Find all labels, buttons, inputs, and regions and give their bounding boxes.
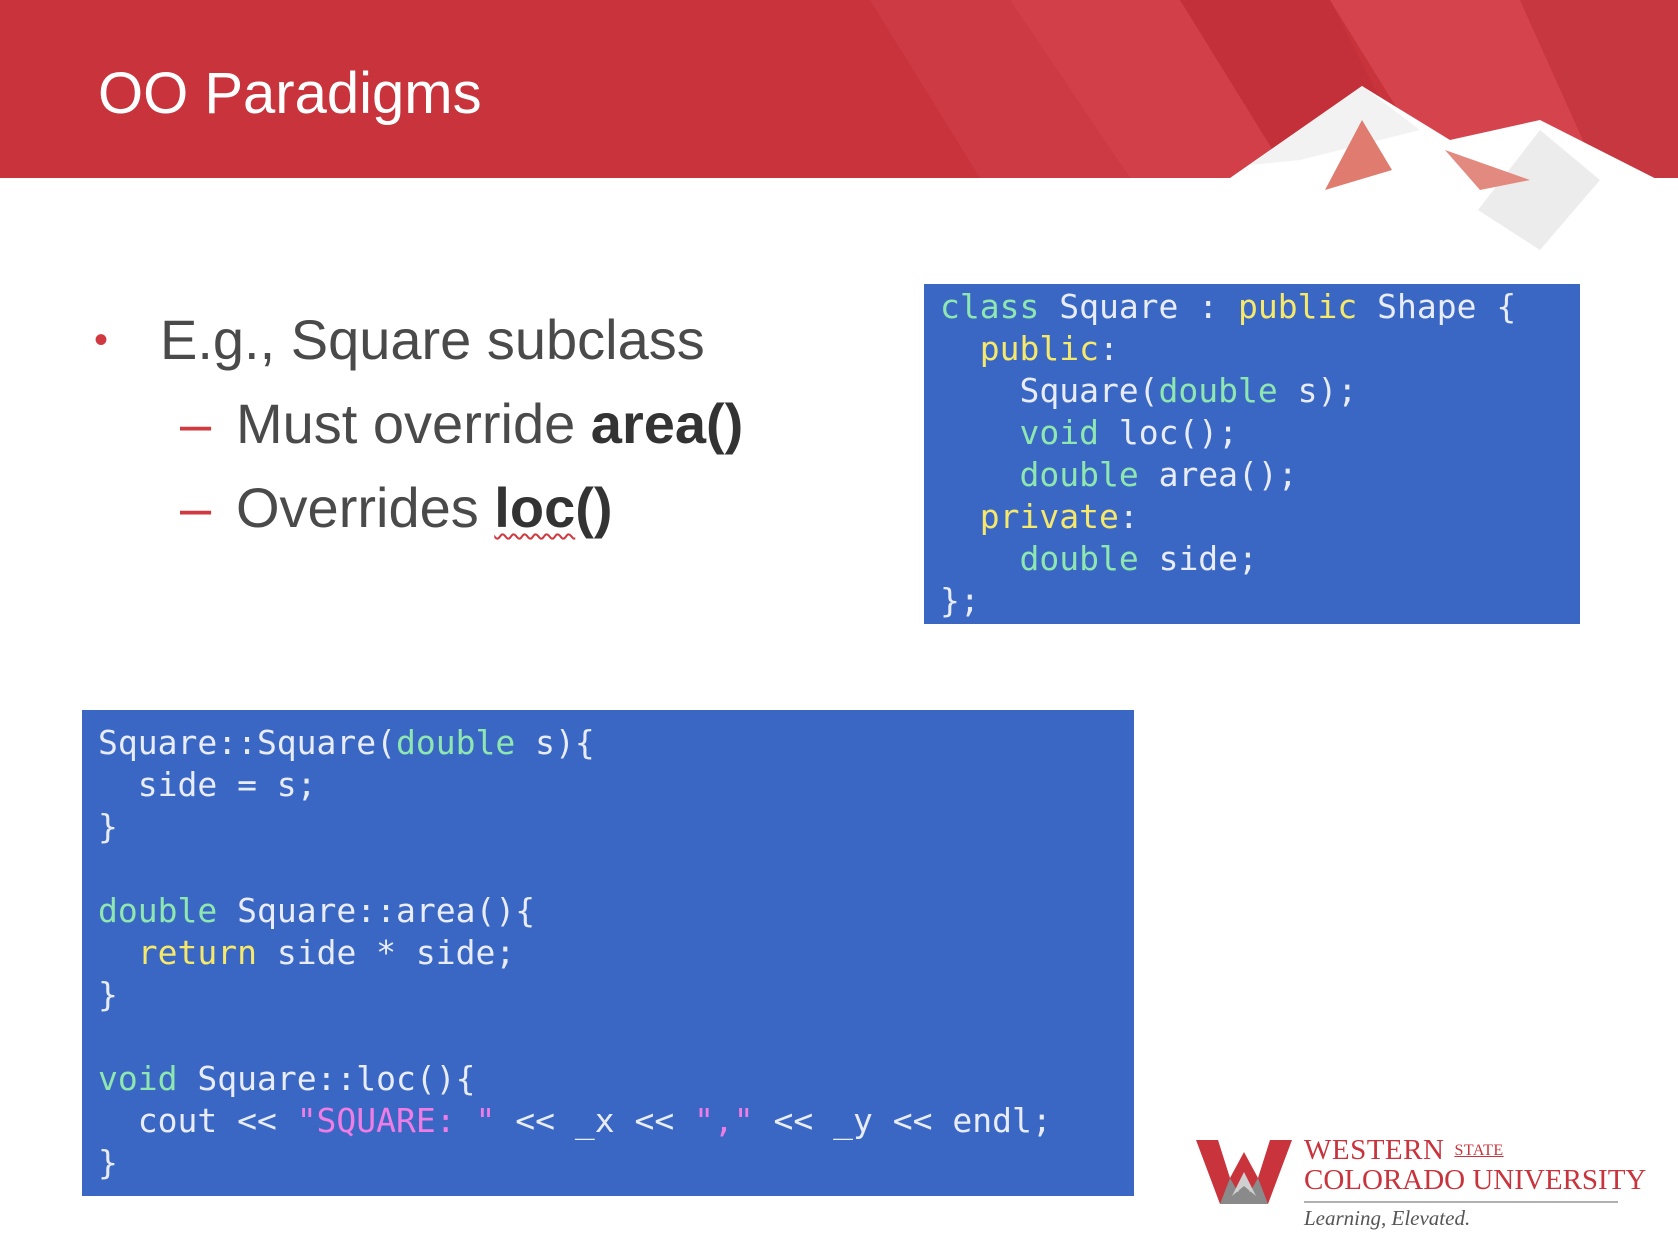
code-line: cout << "SQUARE: " << _x << "," << _y <<… [98,1101,1052,1140]
bullet-main-text: E.g., Square subclass [160,308,705,371]
class-declaration-code: class Square : public Shape { public: Sq… [924,284,1580,624]
code-line: Square::Square(double s){ [98,723,595,762]
logo-name-line1: WESTERN STATE [1304,1134,1504,1167]
code-line: double Square::area(){ [98,891,536,930]
page-title: OO Paradigms [98,61,482,126]
method-name-loc: loc [494,476,576,539]
code-line: class Square : public Shape { [940,287,1517,326]
method-name-area: area() [590,392,744,455]
code-line: double side; [1019,539,1258,578]
dash-icon: – [180,476,212,539]
code-line: void loc(); [1019,413,1239,452]
code-line: public: [979,329,1119,368]
logo-name-line2: COLORADO UNIVERSITY [1304,1164,1647,1196]
dash-icon: – [180,392,212,455]
logo-western: WESTERN [1304,1134,1445,1166]
sub-bullet-text: Must override area() [236,382,743,466]
sub-bullet-item: – Overrides loc() [180,466,854,550]
sub-bullet-prefix: Must override [236,392,591,455]
sub-bullet-text: Overrides loc() [236,466,613,550]
university-logo: WESTERN STATE COLORADO UNIVERSITY Learnin… [1196,1134,1646,1234]
method-parens: () [575,476,613,539]
code-line: Square(double s); [940,371,1358,410]
code-line: } [98,807,118,846]
code-line: void Square::loc(){ [98,1059,476,1098]
method-definitions-code: Square::Square(double s){ side = s;} dou… [82,710,1134,1196]
mountain-banner-graphic [0,0,1678,260]
code-line: } [98,1143,118,1182]
code-line: private: [979,497,1139,536]
bullet-list: • E.g., Square subclass – Must override … [94,300,854,550]
code-line: } [98,975,118,1014]
code-line: }; [940,581,980,620]
bullet-item: • E.g., Square subclass [94,300,854,380]
code-line: side = s; [98,765,317,804]
bullet-dot-icon: • [94,318,109,362]
logo-tagline: Learning, Elevated. [1304,1206,1471,1230]
header-banner: OO Paradigms [0,0,1678,260]
code-line: double area(); [1019,455,1298,494]
w-mountain-logo-icon [1196,1140,1292,1204]
sub-bullet-item: – Must override area() [180,382,854,466]
sub-bullet-prefix: Overrides [236,476,495,539]
logo-divider [1304,1201,1618,1203]
logo-state: STATE [1454,1142,1504,1159]
code-line: return side * side; [137,933,516,972]
